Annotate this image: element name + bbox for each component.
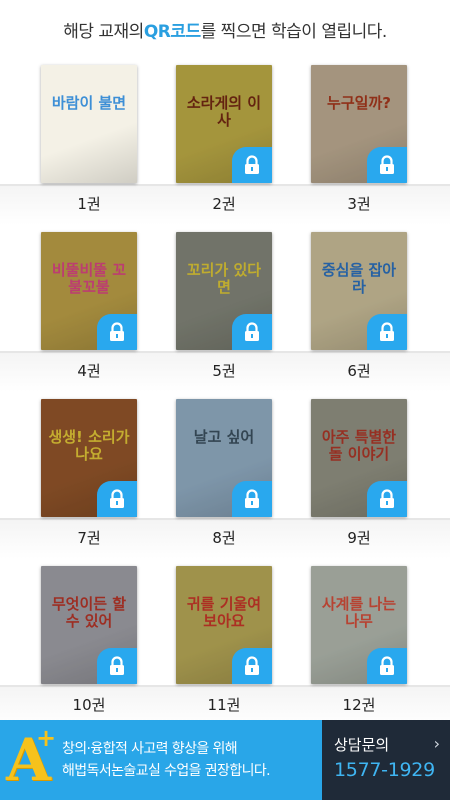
padlock-icon [367, 648, 407, 684]
book-cover[interactable]: 날고 싶어 [176, 399, 272, 517]
book-volume-label[interactable]: 1권 [41, 193, 137, 214]
header-text-before: 해당 교재의 [63, 21, 144, 42]
book-volume-label[interactable]: 3권 [311, 193, 407, 214]
book-title: 바람이 불면 [51, 94, 127, 112]
chevron-right-icon: › [433, 734, 440, 753]
page-header: 해당 교재의 QR코드 를 찍으면 학습이 열립니다. [0, 0, 450, 58]
book-cover[interactable]: 비뚤비뚤 꼬불꼬불 [41, 232, 137, 350]
book-volume-label[interactable]: 2권 [176, 193, 272, 214]
book-volume-label[interactable]: 11권 [176, 694, 272, 715]
shelf-divider [0, 184, 450, 186]
consult-phone: 1577-1929 [334, 759, 435, 781]
book-volume-label[interactable]: 10권 [41, 694, 137, 715]
padlock-icon [367, 314, 407, 350]
consult-label: 상담문의 [334, 736, 390, 754]
padlock-icon [367, 147, 407, 183]
shelf-row: 무엇이든 할 수 있어 10권 귀를 기울여 보아요 11권 사계를 나는 나무 12권 [0, 559, 450, 726]
padlock-icon [97, 648, 137, 684]
book-cover[interactable]: 무엇이든 할 수 있어 [41, 566, 137, 684]
book-cover[interactable]: 아주 특별한 돌 이야기 [311, 399, 407, 517]
padlock-icon [97, 314, 137, 350]
book-cover[interactable]: 생생! 소리가 나요 [41, 399, 137, 517]
banner-line-1: 창의·융합적 사고력 향상을 위해 [62, 741, 238, 757]
book-volume-label[interactable]: 4권 [41, 360, 137, 381]
header-qr-highlight: QR코드 [143, 21, 201, 42]
shelf-row: 생생! 소리가 나요 7권 날고 싶어 8권 아주 특별한 돌 이야기 9권 [0, 392, 450, 559]
padlock-icon [97, 481, 137, 517]
shelf-divider [0, 518, 450, 520]
padlock-icon [367, 481, 407, 517]
header-text-after: 를 찍으면 학습이 열립니다. [200, 21, 388, 42]
padlock-icon [232, 648, 272, 684]
shelf-row: 비뚤비뚤 꼬불꼬불 4권 꼬리가 있다면 5권 중심을 잡아라 6권 [0, 225, 450, 392]
padlock-icon [232, 314, 272, 350]
book-cover[interactable]: 소라게의 이사 [176, 65, 272, 183]
book-grid: 바람이 불면 1권 소라게의 이사 2권 누구일까? 3권비뚤비뚤 꼬불꼬불 4권 꼬리가 있… [0, 58, 450, 726]
padlock-icon [232, 147, 272, 183]
promo-banner[interactable]: A + 창의·융합적 사고력 향상을 위해 해법독서논술교실 수업을 권장합니다… [0, 720, 450, 800]
book-cover[interactable]: 바람이 불면 [41, 65, 137, 183]
banner-text: 창의·융합적 사고력 향상을 위해 해법독서논술교실 수업을 권장합니다. [58, 738, 271, 782]
book-volume-label[interactable]: 5권 [176, 360, 272, 381]
book-volume-label[interactable]: 7권 [41, 527, 137, 548]
book-cover[interactable]: 꼬리가 있다면 [176, 232, 272, 350]
book-volume-label[interactable]: 12권 [311, 694, 407, 715]
shelf-divider [0, 351, 450, 353]
padlock-icon [232, 481, 272, 517]
book-volume-label[interactable]: 8권 [176, 527, 272, 548]
a-plus-logo: A + [6, 724, 57, 794]
banner-line-2: 해법독서논술교실 수업을 권장합니다. [62, 763, 271, 779]
book-cover[interactable]: 사계를 나는 나무 [311, 566, 407, 684]
book-cover[interactable]: 누구일까? [311, 65, 407, 183]
book-cover[interactable]: 귀를 기울여 보아요 [176, 566, 272, 684]
book-cover[interactable]: 중심을 잡아라 [311, 232, 407, 350]
shelf-divider [0, 685, 450, 687]
shelf-row: 바람이 불면 1권 소라게의 이사 2권 누구일까? 3권 [0, 58, 450, 225]
book-volume-label[interactable]: 6권 [311, 360, 407, 381]
consult-button[interactable]: 상담문의 1577-1929 › [322, 720, 450, 800]
banner-message[interactable]: A + 창의·융합적 사고력 향상을 위해 해법독서논술교실 수업을 권장합니다… [0, 720, 322, 800]
book-volume-label[interactable]: 9권 [311, 527, 407, 548]
